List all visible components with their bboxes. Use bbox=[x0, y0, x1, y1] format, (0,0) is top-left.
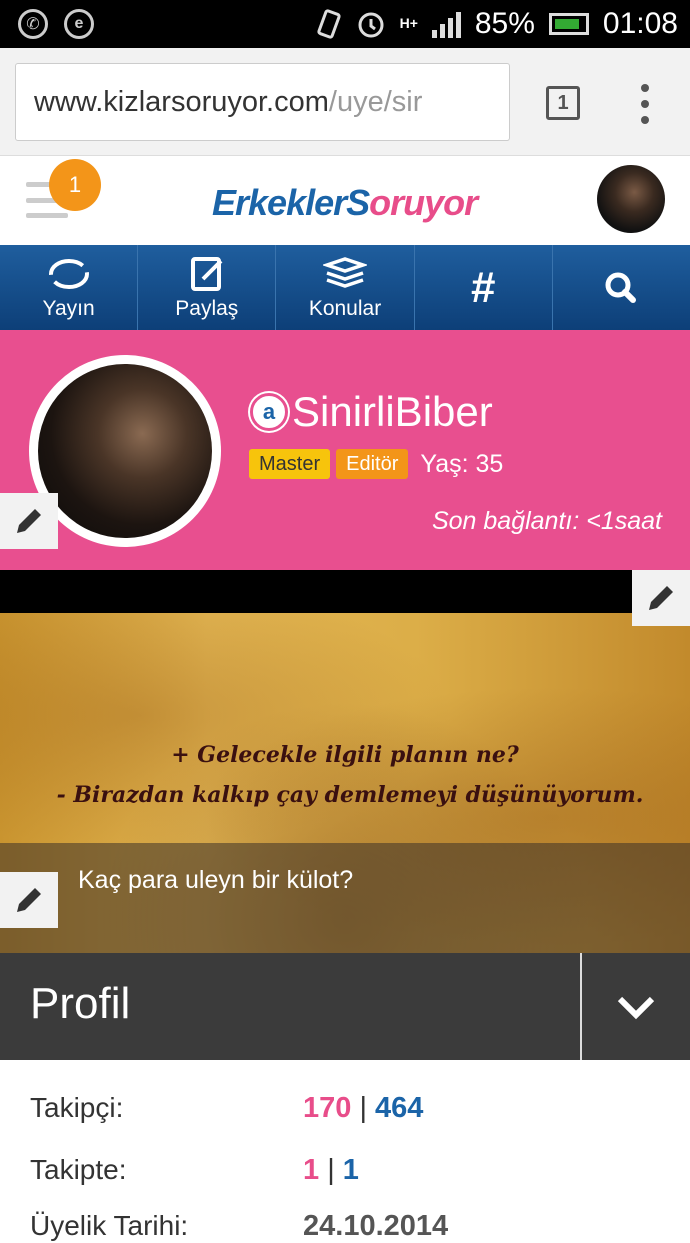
whatsapp-icon: ✆ bbox=[18, 9, 48, 39]
at-icon: a bbox=[250, 393, 288, 431]
age-label: Yaş: 35 bbox=[420, 449, 504, 478]
member-since-row: Üyelik Tarihi: 24.10.2014 bbox=[30, 1210, 448, 1242]
nav-item-yayin[interactable]: Yayın bbox=[0, 245, 139, 330]
refresh-icon bbox=[48, 258, 89, 289]
status-bar: ✆ e H+ 85% 01:08 bbox=[0, 0, 690, 48]
followers-label: Takipçi: bbox=[30, 1092, 124, 1123]
nav-item-hashtag[interactable]: # bbox=[415, 245, 553, 330]
username-text: SinirliBiber bbox=[292, 388, 493, 435]
battery-icon bbox=[548, 13, 589, 35]
vibrate-icon bbox=[316, 9, 341, 39]
nav-label: Paylaş bbox=[175, 296, 239, 320]
user-avatar[interactable] bbox=[597, 165, 665, 233]
following-count[interactable]: 1 bbox=[303, 1154, 319, 1186]
alarm-icon bbox=[358, 12, 384, 38]
nav-item-konular[interactable]: Konular bbox=[276, 245, 415, 330]
cover-quote-line2: - Birazdan kalkıp çay demlemeyi düşünüyo… bbox=[56, 782, 644, 808]
following-label: Takipte: bbox=[30, 1154, 127, 1185]
badge-row: Master Editör Yaş: 35 bbox=[249, 449, 503, 479]
editor-badge: Editör bbox=[336, 449, 409, 479]
site-logo[interactable]: ErkeklerSoruyor bbox=[212, 182, 478, 224]
nav-item-search[interactable] bbox=[553, 245, 690, 330]
status-message: Kaç para uleyn bir külot? bbox=[78, 866, 354, 894]
profile-header: a SinirliBiber Master Editör Yaş: 35 Son… bbox=[0, 330, 690, 570]
battery-percent: 85% bbox=[474, 7, 535, 40]
username: a SinirliBiber bbox=[250, 388, 493, 436]
following-row: Takipte: 1 | 1 bbox=[30, 1154, 359, 1186]
pencil-icon bbox=[649, 586, 673, 610]
tab-switcher-button[interactable]: 1 bbox=[546, 86, 580, 120]
search-icon bbox=[605, 272, 637, 303]
profile-stats: Takipçi: 170 | 464 Takipte: 1 | 1 Üyelik… bbox=[0, 1060, 690, 1242]
browser-toolbar: www.kizlarsoruyor.com/uye/sir 1 bbox=[0, 48, 690, 156]
nav-label: Yayın bbox=[42, 296, 95, 320]
compose-icon bbox=[190, 256, 223, 291]
profile-section-bar[interactable]: Profil bbox=[0, 953, 690, 1060]
books-icon bbox=[323, 256, 367, 288]
overflow-menu-icon[interactable] bbox=[640, 84, 650, 124]
chevron-down-icon[interactable] bbox=[616, 987, 656, 1027]
master-badge: Master bbox=[249, 449, 331, 479]
site-header: 1 ErkeklerSoruyor bbox=[0, 156, 690, 245]
following-count-alt[interactable]: 1 bbox=[343, 1154, 359, 1186]
member-since-label: Üyelik Tarihi: bbox=[30, 1210, 189, 1241]
followers-row: Takipçi: 170 | 464 bbox=[30, 1092, 424, 1124]
cover-photo: + Gelecekle ilgili planın ne? - Birazdan… bbox=[0, 570, 690, 953]
followers-count-alt[interactable]: 464 bbox=[375, 1092, 423, 1124]
status-strip bbox=[0, 843, 690, 953]
cover-quote-line1: + Gelecekle ilgili planın ne? bbox=[171, 742, 519, 768]
pencil-icon bbox=[17, 509, 41, 533]
nav-label: Konular bbox=[308, 296, 382, 320]
pencil-icon bbox=[17, 888, 41, 912]
url-path: /uye/sir bbox=[328, 85, 423, 118]
edit-avatar-button[interactable] bbox=[0, 493, 58, 549]
clock: 01:08 bbox=[602, 7, 678, 40]
url-bar[interactable]: www.kizlarsoruyor.com/uye/sir bbox=[15, 63, 510, 141]
url-host: www.kizlarsoruyor.com bbox=[34, 85, 329, 118]
signal-icon bbox=[431, 10, 461, 38]
network-type: H+ bbox=[399, 15, 418, 31]
notification-badge[interactable]: 1 bbox=[49, 159, 101, 211]
edit-status-button[interactable] bbox=[0, 872, 58, 928]
nav-item-paylas[interactable]: Paylaş bbox=[138, 245, 277, 330]
edit-cover-button[interactable] bbox=[632, 570, 690, 626]
e-app-icon: e bbox=[64, 9, 94, 39]
main-nav: Yayın Paylaş Konular # bbox=[0, 245, 690, 330]
section-title: Profil bbox=[30, 979, 131, 1028]
hashtag-icon: # bbox=[470, 262, 496, 312]
last-seen: Son bağlantı: <1saat bbox=[431, 507, 662, 535]
followers-count[interactable]: 170 bbox=[303, 1092, 351, 1124]
